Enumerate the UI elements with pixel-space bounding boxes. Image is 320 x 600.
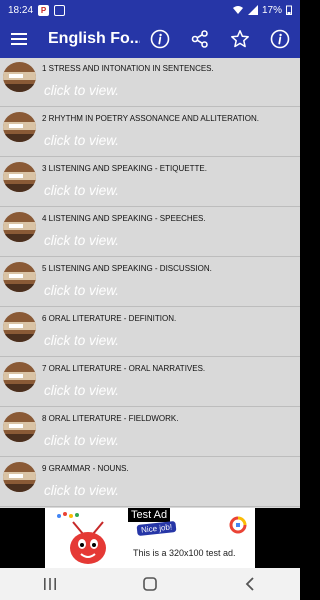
info-button-1[interactable] — [140, 20, 180, 58]
app-bar: English Fo... — [0, 20, 300, 58]
recent-apps-button[interactable] — [30, 568, 70, 600]
favorite-button[interactable] — [220, 20, 260, 58]
click-to-view-label: click to view. — [44, 183, 120, 198]
topic-title: 3 LISTENING AND SPEAKING - ETIQUETTE. — [42, 164, 207, 173]
battery-level: 17% — [261, 4, 282, 16]
click-to-view-label: click to view. — [44, 233, 120, 248]
info-icon — [270, 29, 290, 49]
list-item[interactable]: 1 STRESS AND INTONATION IN SENTENCES. cl… — [0, 58, 300, 107]
info-icon — [150, 29, 170, 49]
topic-thumbnail — [3, 162, 36, 192]
topic-thumbnail — [3, 412, 36, 442]
topic-title: 2 RHYTHM IN POETRY ASSONANCE AND ALLITER… — [42, 114, 259, 123]
topic-title: 8 ORAL LITERATURE - FIELDWORK. — [42, 414, 179, 423]
signal-icon — [247, 5, 258, 15]
topic-thumbnail — [3, 62, 36, 92]
battery-icon — [286, 5, 292, 15]
status-time: 18:24 — [8, 4, 34, 16]
recent-apps-icon — [44, 578, 56, 590]
app-title: English Fo... — [48, 30, 140, 47]
notification-app-icon: P — [38, 4, 50, 16]
topic-title: 5 LISTENING AND SPEAKING - DISCUSSION. — [42, 264, 212, 273]
topic-list: 1 STRESS AND INTONATION IN SENTENCES. cl… — [0, 58, 300, 508]
download-check-icon — [54, 4, 66, 16]
list-item[interactable]: 8 ORAL LITERATURE - FIELDWORK. click to … — [0, 408, 300, 457]
click-to-view-label: click to view. — [44, 133, 120, 148]
ad-text: This is a 320x100 test ad. — [133, 548, 236, 558]
topic-title: 1 STRESS AND INTONATION IN SENTENCES. — [42, 64, 214, 73]
ad-speech-bubble: Nice job! — [136, 520, 177, 537]
home-icon — [143, 577, 157, 591]
topic-thumbnail — [3, 362, 36, 392]
list-item[interactable]: 5 LISTENING AND SPEAKING - DISCUSSION. c… — [0, 258, 300, 307]
ad-banner[interactable]: Test Ad Nice job! This is a 320x100 test… — [45, 508, 255, 568]
status-bar: 18:24 P 17% — [0, 0, 300, 20]
click-to-view-label: click to view. — [44, 83, 120, 98]
list-item[interactable]: 9 GRAMMAR - NOUNS. click to view. — [0, 458, 300, 507]
click-to-view-label: click to view. — [44, 483, 120, 498]
topic-thumbnail — [3, 262, 36, 292]
topic-thumbnail — [3, 212, 36, 242]
list-item[interactable]: 3 LISTENING AND SPEAKING - ETIQUETTE. cl… — [0, 158, 300, 207]
back-button[interactable] — [230, 568, 270, 600]
topic-thumbnail — [3, 462, 36, 492]
click-to-view-label: click to view. — [44, 283, 120, 298]
list-item[interactable]: 2 RHYTHM IN POETRY ASSONANCE AND ALLITER… — [0, 108, 300, 157]
home-button[interactable] — [130, 568, 170, 600]
click-to-view-label: click to view. — [44, 333, 120, 348]
topic-title: 4 LISTENING AND SPEAKING - SPEECHES. — [42, 214, 206, 223]
topic-thumbnail — [3, 112, 36, 142]
click-to-view-label: click to view. — [44, 433, 120, 448]
list-item[interactable]: 4 LISTENING AND SPEAKING - SPEECHES. cli… — [0, 208, 300, 257]
wifi-icon — [232, 6, 243, 14]
ad-mascot-image — [57, 512, 106, 564]
share-icon — [191, 30, 208, 48]
topic-thumbnail — [3, 312, 36, 342]
star-icon — [231, 30, 249, 48]
list-item[interactable]: 6 ORAL LITERATURE - DEFINITION. click to… — [0, 308, 300, 357]
back-icon — [245, 577, 254, 591]
info-button-2[interactable] — [260, 20, 300, 58]
topic-title: 9 GRAMMAR - NOUNS. — [42, 464, 129, 473]
ad-area: Test Ad Nice job! This is a 320x100 test… — [0, 508, 300, 568]
topic-title: 6 ORAL LITERATURE - DEFINITION. — [42, 314, 177, 323]
ad-logo-icon — [229, 516, 247, 534]
list-item[interactable]: 7 ORAL LITERATURE - ORAL NARRATIVES. cli… — [0, 358, 300, 407]
topic-title: 7 ORAL LITERATURE - ORAL NARRATIVES. — [42, 364, 206, 373]
hamburger-icon[interactable] — [0, 20, 38, 58]
share-button[interactable] — [180, 20, 220, 58]
test-ad-badge: Test Ad — [128, 508, 171, 522]
system-nav-bar — [0, 568, 300, 600]
click-to-view-label: click to view. — [44, 383, 120, 398]
